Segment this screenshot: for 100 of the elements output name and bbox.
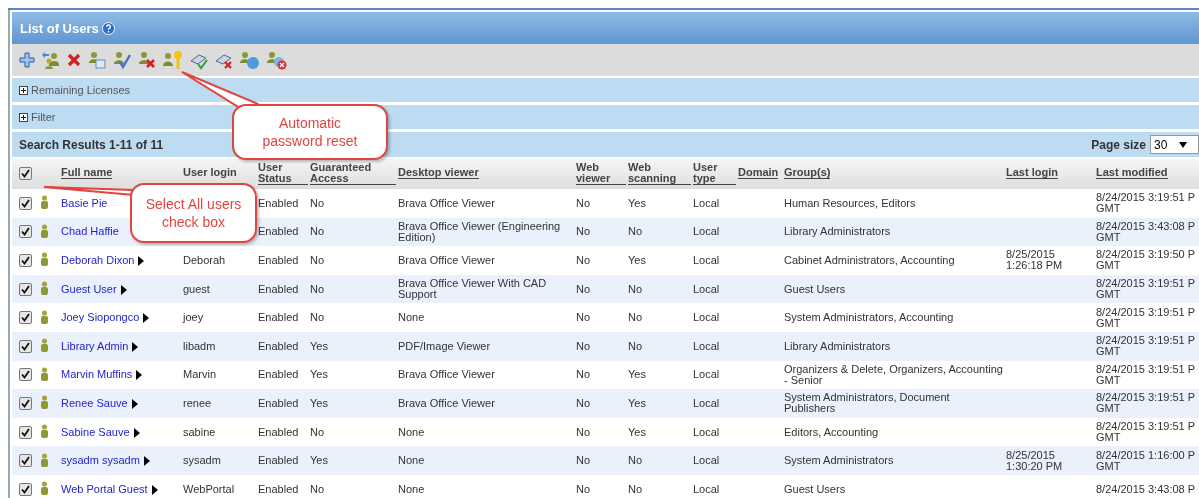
row-checkbox[interactable] <box>19 254 32 267</box>
last-modified-cell: 8/24/2015 3:19:51 P GMT <box>1096 391 1195 415</box>
last-modified-cell: 8/24/2015 3:19:51 P GMT <box>1096 191 1195 215</box>
user-icon <box>40 195 49 210</box>
row-checkbox[interactable] <box>19 225 32 239</box>
column-header[interactable]: Full name <box>61 167 113 179</box>
users-arrow-icon[interactable] <box>41 50 61 70</box>
column-header[interactable]: User type <box>693 161 736 185</box>
web-viewer-cell: No <box>576 368 591 381</box>
user-type-cell: Local <box>693 311 720 324</box>
expand-arrow-icon[interactable] <box>120 284 127 295</box>
page-size-label: Page size <box>1091 137 1146 152</box>
web-viewer-cell: No <box>576 425 591 438</box>
web-viewer-cell: No <box>576 254 591 266</box>
row-checkbox[interactable] <box>19 396 32 410</box>
viewer-cell: Brava Office Viewer With CAD Support <box>398 277 547 301</box>
section-bar[interactable]: Remaining Licenses <box>12 78 1199 102</box>
access-cell: No <box>310 482 325 495</box>
user-key-icon[interactable] <box>162 50 184 70</box>
row-checkbox[interactable] <box>19 368 32 382</box>
section-label: Remaining Licenses <box>31 84 131 96</box>
expand-arrow-icon[interactable] <box>143 456 150 467</box>
row-checkbox[interactable] <box>19 454 32 468</box>
web-viewer-cell: No <box>576 282 591 295</box>
user-type-cell: Local <box>693 368 720 381</box>
user-icon <box>40 338 49 353</box>
row-checkbox[interactable] <box>19 282 32 296</box>
row-checkbox[interactable] <box>19 482 32 496</box>
help-icon[interactable] <box>101 21 115 35</box>
web-scanning-cell: Yes <box>628 425 646 438</box>
user-type-cell: Local <box>693 339 720 352</box>
user-name-link[interactable]: Sabine Sauve <box>61 425 130 438</box>
user-name-link[interactable]: Basie Pie <box>61 196 108 209</box>
user-globe-remove-icon[interactable] <box>266 50 288 70</box>
groups-cell: Library Administrators <box>784 339 891 352</box>
expand-arrow-icon[interactable] <box>138 256 145 267</box>
web-viewer-cell: No <box>576 225 591 238</box>
expand-arrow-icon[interactable] <box>143 313 150 324</box>
access-cell: Yes <box>310 368 328 381</box>
web-viewer-cell: No <box>576 339 591 352</box>
page-size-select[interactable]: 30 <box>1150 135 1199 154</box>
column-header[interactable]: Last modified <box>1096 167 1168 179</box>
results-summary: Search Results 1-11 of 11 <box>19 137 164 152</box>
column-header[interactable]: Web viewer <box>576 161 626 185</box>
delete-icon[interactable] <box>66 52 82 68</box>
web-scanning-cell: No <box>628 454 643 467</box>
column-header[interactable]: Group(s) <box>784 167 831 179</box>
column-header[interactable]: Web scanning <box>628 161 691 185</box>
user-check-icon[interactable] <box>112 50 132 70</box>
row-checkbox[interactable] <box>19 196 32 210</box>
groups-cell: System Administrators, Accounting <box>784 311 954 324</box>
web-scanning-cell: Yes <box>628 254 646 266</box>
add-icon[interactable] <box>18 51 36 69</box>
expand-arrow-icon[interactable] <box>131 399 138 409</box>
user-name-link[interactable]: Web Portal Guest <box>61 482 148 495</box>
access-cell: Yes <box>310 454 328 467</box>
expand-icon[interactable] <box>19 85 28 95</box>
user-type-cell: Local <box>693 454 720 467</box>
column-header[interactable]: User Status <box>258 161 308 185</box>
user-name-link[interactable]: Guest User <box>61 282 117 295</box>
last-modified-cell: 8/24/2015 3:19:51 P GMT <box>1096 362 1195 386</box>
column-header[interactable]: Domain <box>738 167 779 179</box>
row-checkbox[interactable] <box>19 339 32 353</box>
web-viewer-cell: No <box>576 396 591 409</box>
user-name-link[interactable]: Joey Siopongco <box>61 311 140 324</box>
user-name-link[interactable]: sysadm sysadm <box>61 454 140 467</box>
user-type-cell: Local <box>693 196 720 209</box>
row-checkbox[interactable] <box>19 311 32 325</box>
user-name-link[interactable]: Library Admin <box>61 339 129 352</box>
user-icon <box>40 366 49 381</box>
last-modified-cell: 8/24/2015 1:16:00 P GMT <box>1096 448 1195 472</box>
user-remove-icon[interactable] <box>137 50 157 70</box>
viewer-cell: Brava Office Viewer <box>398 368 495 381</box>
user-type-cell: Local <box>693 425 720 438</box>
column-header[interactable]: Desktop viewer <box>398 167 479 179</box>
expand-arrow-icon[interactable] <box>136 370 143 381</box>
user-document-icon[interactable] <box>87 50 107 70</box>
access-cell: No <box>310 196 325 209</box>
expand-arrow-icon[interactable] <box>151 484 158 495</box>
last-modified-cell: 8/24/2015 3:19:50 P GMT <box>1096 248 1195 272</box>
user-name-link[interactable]: Renee Sauve <box>61 396 128 409</box>
expand-icon[interactable] <box>19 112 28 122</box>
user-name-link[interactable]: Marvin Muffins <box>61 368 133 381</box>
last-modified-cell: 8/24/2015 3:19:51 P GMT <box>1096 334 1195 358</box>
login-cell: renee <box>183 396 212 409</box>
user-icon <box>40 452 49 467</box>
expand-arrow-icon[interactable] <box>132 341 139 352</box>
access-cell: Yes <box>310 339 328 352</box>
last-modified-cell: 8/24/2015 3:19:51 P GMT <box>1096 420 1195 444</box>
user-name-link[interactable]: Chad Haffie <box>61 225 119 238</box>
viewer-cell: None <box>398 425 425 438</box>
column-header[interactable]: Guaranteed Access <box>310 161 396 185</box>
user-globe-icon[interactable] <box>239 50 261 70</box>
expand-arrow-icon[interactable] <box>133 427 140 438</box>
user-name-link[interactable]: Deborah Dixon <box>61 253 135 266</box>
viewer-cell: Brava Office Viewer <box>398 254 495 266</box>
column-header[interactable]: Last login <box>1006 167 1058 179</box>
row-checkbox[interactable] <box>19 425 32 439</box>
select-all-checkbox[interactable] <box>19 166 32 180</box>
caret-icon[interactable] <box>1179 141 1188 148</box>
